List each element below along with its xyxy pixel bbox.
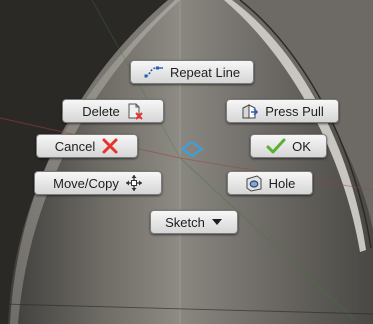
- sketch-dropdown-button[interactable]: Sketch: [150, 210, 238, 234]
- delete-label: Delete: [82, 103, 120, 119]
- press-pull-button[interactable]: Press Pull: [226, 99, 339, 123]
- hole-icon: [245, 174, 263, 192]
- move-arrows-icon: [125, 174, 143, 192]
- delete-button[interactable]: Delete: [62, 99, 164, 123]
- press-pull-label: Press Pull: [265, 103, 324, 119]
- line-tool-icon: [144, 64, 164, 80]
- green-check-icon: [266, 137, 286, 155]
- cancel-label: Cancel: [54, 138, 96, 154]
- press-pull-icon: [241, 102, 259, 120]
- dropdown-triangle-icon: [211, 217, 223, 227]
- delete-icon: [126, 102, 144, 120]
- hole-label: Hole: [268, 175, 296, 191]
- ok-label: OK: [292, 138, 311, 154]
- repeat-line-button[interactable]: Repeat Line: [130, 60, 254, 84]
- center-diamond-icon: [180, 140, 204, 163]
- repeat-line-label: Repeat Line: [169, 64, 241, 80]
- red-x-icon: [101, 137, 119, 155]
- ok-button[interactable]: OK: [250, 134, 327, 158]
- move-copy-label: Move/Copy: [53, 175, 119, 191]
- hole-button[interactable]: Hole: [227, 171, 313, 195]
- canvas-viewport[interactable]: Repeat Line Delete Press Pull Cancel OK …: [0, 0, 373, 324]
- move-copy-button[interactable]: Move/Copy: [34, 171, 162, 195]
- cancel-button[interactable]: Cancel: [36, 134, 138, 158]
- sketch-label: Sketch: [165, 214, 205, 230]
